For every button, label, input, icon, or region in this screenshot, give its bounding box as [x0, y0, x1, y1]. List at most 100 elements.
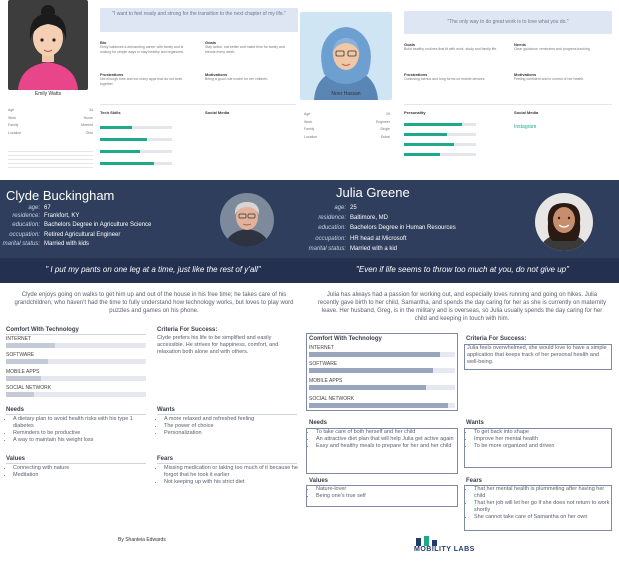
author-credit: By Shanteia Edwards	[118, 537, 166, 543]
comfort-label: SOCIAL NETWORK	[309, 396, 355, 402]
meta-label: occupation:	[9, 232, 40, 238]
skill-bar-fill	[404, 143, 455, 146]
list-item: Meditation	[13, 472, 153, 479]
skill-bar	[100, 162, 172, 165]
skill-bar	[100, 126, 172, 129]
comfort-bar	[309, 403, 455, 408]
skill-bar-fill	[404, 123, 462, 126]
comfort-bar-fill	[6, 376, 41, 381]
julia-values-list: Nature-lover Being one's true self	[309, 486, 460, 500]
meta-label: occupation:	[315, 236, 346, 242]
skill-bar	[404, 133, 476, 136]
comfort-bar	[309, 385, 455, 390]
skill-bar-fill	[100, 126, 133, 129]
fact-value: Single	[380, 127, 390, 131]
fact-key: Family	[304, 127, 315, 131]
emily-grid-text: Stay active, eat better and make time fo…	[205, 45, 285, 54]
list-item: Reminders to be productive	[13, 430, 153, 437]
woman-avatar-icon	[8, 0, 88, 90]
list-item: Not keeping up with his strict diet	[164, 479, 304, 486]
skill-bar	[404, 123, 476, 126]
noor-channel-link[interactable]: Instagram	[514, 124, 536, 130]
meta-value: Frankfort, KY	[44, 213, 80, 219]
fact-value: Nurse	[83, 115, 93, 120]
clyde-needs-list: A dietary plan to avoid health risks wit…	[6, 416, 153, 444]
woman-hijab-avatar-icon	[300, 12, 392, 100]
meta-value: Bachelors Degree in Agriculture Science	[44, 222, 152, 228]
comfort-label: SOFTWARE	[309, 361, 338, 367]
clyde-values-title: Values	[6, 456, 26, 462]
fact-value: 34	[89, 108, 93, 112]
noor-grid-text: Clear guidance, reminders and progress t…	[514, 47, 591, 51]
clyde-wants-title: Wants	[157, 407, 175, 413]
julia-criteria-title: Criteria For Success:	[466, 336, 527, 342]
list-item: The power of choice	[164, 423, 304, 430]
comfort-label: SOFTWARE	[6, 352, 35, 358]
comfort-bar-fill	[6, 343, 55, 348]
fact-key: Family	[8, 123, 19, 127]
skill-bar-fill	[404, 133, 448, 136]
divider	[157, 463, 297, 464]
logo-mark-icon	[416, 536, 437, 546]
list-item: Easy and healthy meals to prepare for he…	[316, 443, 460, 450]
clyde-fears-list: Missing medication or taking too much of…	[157, 465, 304, 486]
mobility-labs-logo: MOBILITY LABS	[414, 536, 484, 556]
emily-quote: "I want to feel ready and strong for the…	[100, 8, 298, 32]
meta-value: 67	[44, 205, 51, 211]
divider	[100, 104, 296, 105]
meta-value: Retired Agricultural Engineer	[44, 232, 121, 238]
fact-value: 29	[386, 112, 390, 116]
noor-grid-text: Build healthy routines that fit with wor…	[404, 47, 498, 51]
noor-facts: Age 29 Work Engineer Family Single Location…	[304, 112, 390, 139]
divider	[6, 334, 146, 335]
meta-value: HR head at Microsoft	[350, 236, 407, 242]
skill-bar-fill	[404, 153, 440, 156]
divider	[6, 414, 146, 415]
meta-value: Married with kids	[44, 241, 90, 247]
skill-bar-fill	[100, 162, 154, 165]
clyde-wants-list: A more relaxed and refreshed feeling The…	[157, 416, 304, 437]
meta-label: marital status:	[2, 241, 40, 247]
julia-bio: Julia has always had a passion for worki…	[317, 292, 607, 322]
noor-name: Noor Hassan	[331, 91, 361, 97]
julia-fears-list: That her mental health is plummeting aft…	[467, 486, 617, 521]
skill-bar	[404, 153, 476, 156]
older-man-avatar-icon	[220, 193, 274, 247]
noor-channels-title: Social Media	[514, 110, 539, 115]
julia-photo	[535, 193, 593, 251]
julia-needs-title: Needs	[309, 420, 328, 426]
list-item: That her mental health is plummeting aft…	[474, 486, 617, 500]
meta-label: marital status:	[308, 246, 346, 252]
meta-value: Bachelors Degree in Human Resources	[350, 225, 456, 231]
divider	[404, 104, 612, 105]
julia-quote: "Even if life seems to throw too much at…	[306, 260, 619, 281]
skill-bar	[100, 138, 172, 141]
emily-name: Emily Watts	[34, 91, 62, 97]
julia-name: Julia Greene	[336, 185, 410, 200]
clyde-photo	[220, 193, 274, 247]
emily-portrait	[8, 0, 88, 90]
list-item: Missing medication or taking too much of…	[164, 465, 304, 479]
meta-label: education:	[318, 225, 346, 231]
meta-value: Married with a kid	[350, 246, 398, 252]
meta-label: residence:	[318, 215, 346, 221]
clyde-needs-title: Needs	[6, 407, 25, 413]
clyde-values-list: Connecting with nature Meditation	[6, 465, 153, 479]
comfort-bar-fill	[309, 385, 426, 390]
julia-comfort-title: Comfort With Technology	[309, 336, 382, 342]
list-item: Connecting with nature	[13, 465, 153, 472]
noor-quote: "The only way to do great work is to lov…	[404, 11, 612, 34]
meta-label: residence:	[12, 213, 40, 219]
noor-skills-title: Personality	[404, 110, 426, 115]
woman-avatar-icon	[535, 193, 593, 251]
list-item: Improve her mental health	[474, 436, 617, 443]
meta-label: age:	[334, 205, 346, 211]
comfort-label: MOBILE APPS	[6, 369, 40, 375]
list-item: To get back into shape	[474, 429, 617, 436]
meta-value: Baltimore, MD	[350, 215, 389, 221]
noor-grid-text: Confusing menus and long forms on mobile…	[404, 77, 486, 81]
clyde-fears-title: Fears	[157, 456, 174, 462]
skill-bar	[404, 143, 476, 146]
emily-skills-title: Tech Skills	[100, 110, 121, 115]
divider	[157, 414, 297, 415]
